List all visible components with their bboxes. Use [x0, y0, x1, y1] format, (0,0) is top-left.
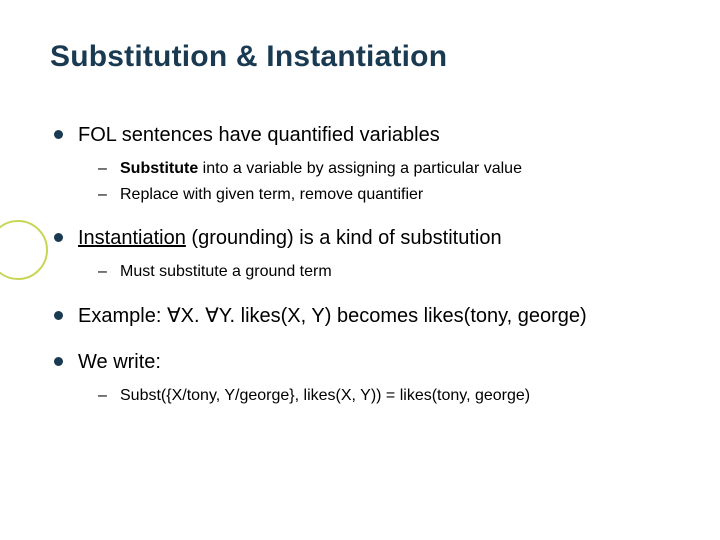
bullet-text: We write:	[78, 351, 161, 373]
sub-item-text: Must substitute a ground term	[120, 263, 332, 280]
forall-symbol: ∀	[205, 305, 219, 327]
bullet-list: FOL sentences have quantified variables …	[50, 122, 670, 406]
sub-item-text: Replace with given term, remove quantifi…	[120, 186, 423, 203]
bullet-text-mid2: Y. likes(X, Y) becomes likes(tony, georg…	[219, 305, 587, 327]
bullet-underline: Instantiation	[78, 227, 186, 249]
sub-item-rest: into a variable by assigning a particula…	[198, 160, 522, 177]
sub-item: Replace with given term, remove quantifi…	[120, 184, 670, 206]
sub-item-text: Subst({X/tony, Y/george}, likes(X, Y)) =…	[120, 387, 530, 404]
sub-item: Subst({X/tony, Y/george}, likes(X, Y)) =…	[120, 385, 670, 407]
forall-symbol: ∀	[167, 305, 181, 327]
bullet-item: We write: Subst({X/tony, Y/george}, like…	[78, 349, 670, 407]
bullet-item: Example: ∀X. ∀Y. likes(X, Y) becomes lik…	[78, 303, 670, 329]
sub-item: Substitute into a variable by assigning …	[120, 158, 670, 180]
bullet-item: FOL sentences have quantified variables …	[78, 122, 670, 205]
sub-list: Must substitute a ground term	[78, 261, 670, 283]
bullet-text: FOL sentences have quantified variables	[78, 124, 440, 146]
sub-list: Substitute into a variable by assigning …	[78, 158, 670, 205]
decorative-circle	[0, 220, 48, 280]
bullet-rest: (grounding) is a kind of substitution	[186, 227, 502, 249]
bullet-item: Instantiation (grounding) is a kind of s…	[78, 225, 670, 283]
bullet-text-pre: Example:	[78, 305, 167, 327]
sub-item: Must substitute a ground term	[120, 261, 670, 283]
bullet-text-mid1: X.	[181, 305, 205, 327]
sub-list: Subst({X/tony, Y/george}, likes(X, Y)) =…	[78, 385, 670, 407]
slide: Substitution & Instantiation FOL sentenc…	[0, 0, 720, 540]
sub-item-bold: Substitute	[120, 160, 198, 177]
slide-title: Substitution & Instantiation	[50, 40, 670, 74]
